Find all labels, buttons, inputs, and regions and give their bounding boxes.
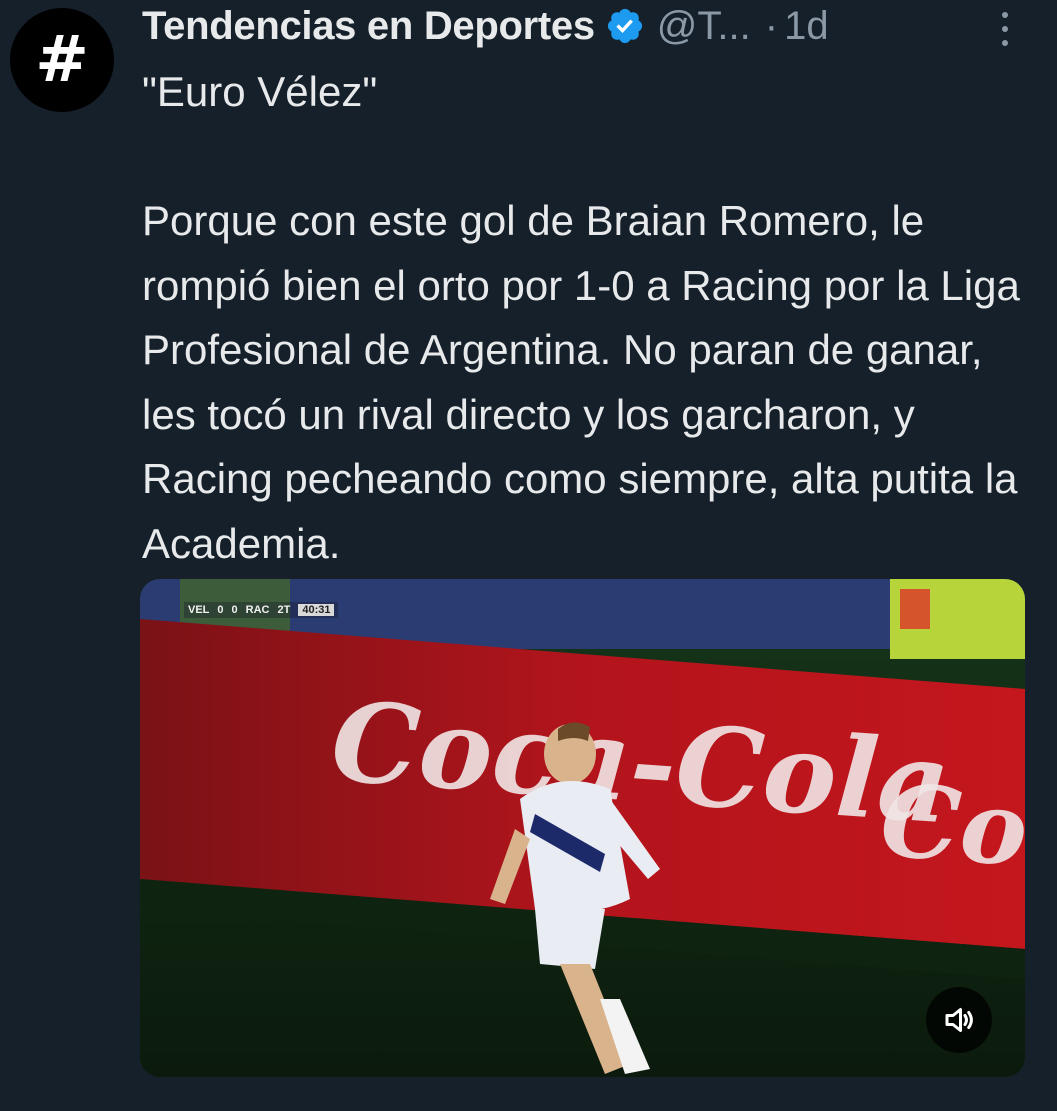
scorebug-away: RAC bbox=[245, 604, 270, 616]
handle[interactable]: @T... bbox=[657, 4, 751, 49]
video-frame: Coca-Cola Co bbox=[140, 579, 1025, 1077]
tweet-header: Tendencias en Deportes @T... · 1d bbox=[142, 0, 1042, 52]
verified-badge-icon bbox=[607, 8, 642, 44]
svg-text:Co: Co bbox=[877, 761, 1025, 889]
video-player[interactable]: Coca-Cola Co VEL 0 0 RAC 2T 40:31 bbox=[140, 579, 1025, 1077]
timestamp[interactable]: 1d bbox=[784, 4, 829, 49]
mute-toggle-button[interactable] bbox=[926, 987, 992, 1053]
avatar[interactable]: # bbox=[10, 8, 114, 112]
scorebug-home: VEL bbox=[188, 604, 210, 616]
scorebug-home-score: 0 bbox=[217, 604, 224, 616]
more-options-icon[interactable] bbox=[998, 12, 1012, 46]
display-name[interactable]: Tendencias en Deportes bbox=[142, 4, 595, 49]
tweet-text: "Euro Vélez" Porque con este gol de Brai… bbox=[142, 68, 1020, 567]
separator-dot: · bbox=[764, 3, 779, 48]
scorebug-period: 2T bbox=[277, 604, 291, 616]
scorebug: VEL 0 0 RAC 2T 40:31 bbox=[184, 602, 339, 618]
hashtag-icon: # bbox=[35, 23, 89, 97]
speaker-icon bbox=[945, 1008, 973, 1032]
scorebug-away-score: 0 bbox=[231, 604, 238, 616]
scorebug-clock: 40:31 bbox=[298, 604, 335, 616]
